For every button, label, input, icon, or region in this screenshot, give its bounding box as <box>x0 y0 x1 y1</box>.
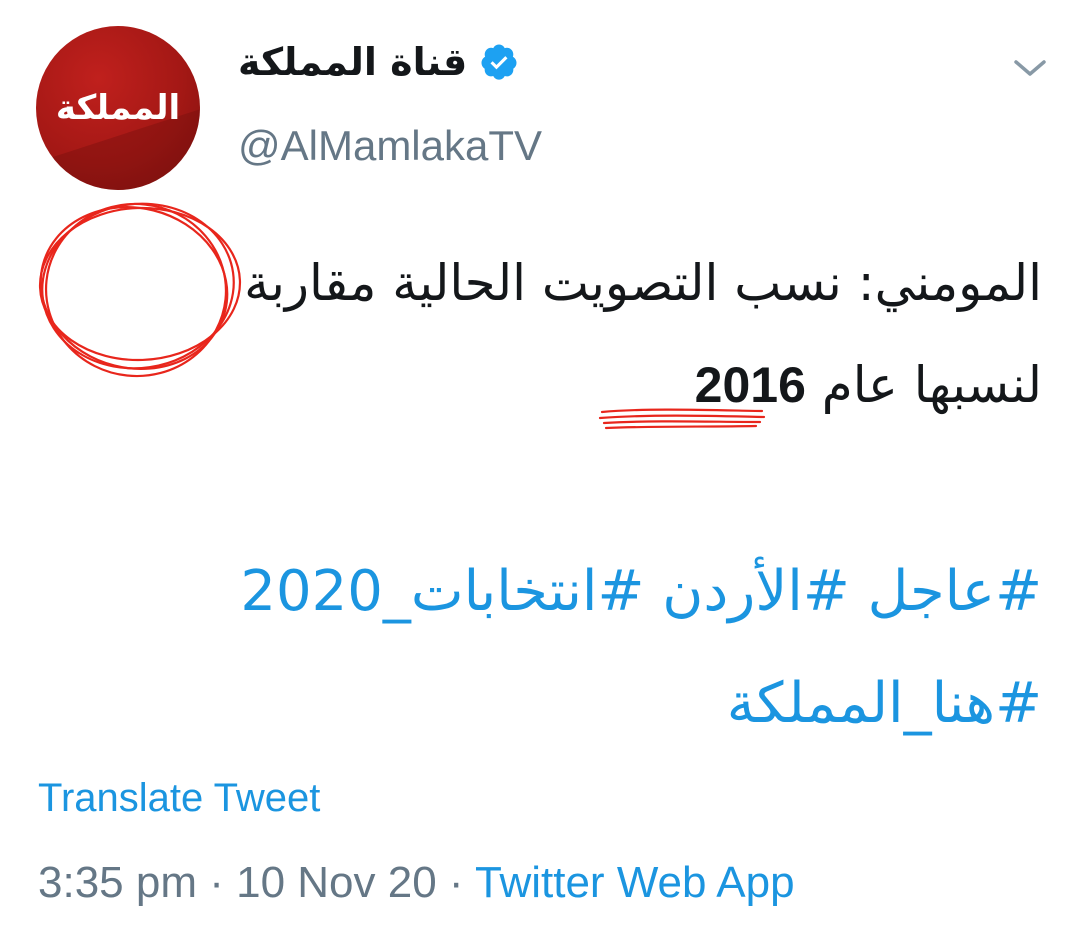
meta-separator: · <box>448 858 464 907</box>
chevron-down-icon[interactable] <box>1012 56 1048 80</box>
hashtag-link[interactable]: #عاجل <box>868 559 1042 624</box>
meta-separator: · <box>209 858 224 907</box>
display-name[interactable]: قناة المملكة <box>238 40 467 84</box>
avatar-logo-text: المملكة <box>55 88 181 128</box>
hashtag-link[interactable]: #هنا_المملكة <box>727 671 1042 736</box>
tweet-line-2: لنسبها عام 2016 <box>38 334 1042 436</box>
tweet-line-1: المومني: نسب التصويت الحالية مقاربة <box>38 232 1042 334</box>
avatar[interactable]: المملكة <box>36 26 200 190</box>
translate-tweet-link[interactable]: Translate Tweet <box>38 776 320 821</box>
tweet-text-part: لنسبها عام <box>821 356 1042 414</box>
hashtags: #عاجل #الأردن #انتخابات_2020 #هنا_المملك… <box>38 536 1042 760</box>
underlined-year: 2016 <box>694 357 806 413</box>
verified-badge-icon <box>481 44 517 80</box>
circled-word: مقاربة <box>244 254 377 312</box>
hashtag-link[interactable]: #انتخابات_2020 <box>240 559 644 624</box>
tweet-date[interactable]: 10 Nov 20 <box>236 858 437 907</box>
tweet-text-part: المومني: نسب التصويت الحالية <box>392 254 1042 312</box>
name-row[interactable]: قناة المملكة <box>238 40 519 84</box>
tweet-meta: 3:35 pm · 10 Nov 20 · Twitter Web App <box>38 858 795 908</box>
hashtag-line-1: #عاجل #الأردن #انتخابات_2020 <box>38 536 1042 648</box>
hashtag-link[interactable]: #الأردن <box>662 559 850 624</box>
tweet-text: المومني: نسب التصويت الحالية مقاربة لنسب… <box>38 232 1042 436</box>
tweet-source-link[interactable]: Twitter Web App <box>475 858 795 907</box>
tweet-time[interactable]: 3:35 pm <box>38 858 197 907</box>
account-handle[interactable]: @AlMamlakaTV <box>238 122 542 170</box>
hashtag-line-2: #هنا_المملكة <box>38 648 1042 760</box>
